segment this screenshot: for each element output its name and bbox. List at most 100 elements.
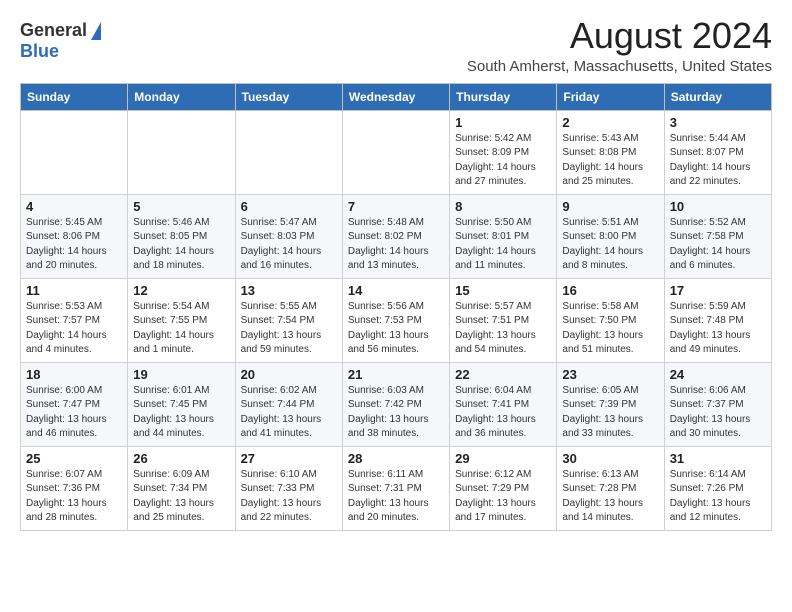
calendar-cell: [235, 110, 342, 194]
day-info: Sunrise: 6:09 AMSunset: 7:34 PMDaylight:…: [133, 468, 229, 526]
day-number: 24: [670, 367, 766, 382]
day-number: 30: [562, 451, 658, 466]
calendar-cell: 23Sunrise: 6:05 AMSunset: 7:39 PMDayligh…: [557, 362, 664, 446]
page-title: August 2024: [467, 16, 772, 56]
day-info: Sunrise: 6:03 AMSunset: 7:42 PMDaylight:…: [348, 384, 444, 442]
day-number: 31: [670, 451, 766, 466]
calendar-week-2: 4 Sunrise: 5:45 AMSunset: 8:06 PMDaylight…: [21, 194, 772, 278]
day-number: 6: [241, 199, 337, 214]
day-info: Sunrise: 5:46 AMSunset: 8:05 PMDaylight:…: [133, 216, 229, 274]
calendar-table: SundayMondayTuesdayWednesdayThursdayFrid…: [20, 83, 772, 531]
day-info: Sunrise: 5:54 AMSunset: 7:55 PMDaylight:…: [133, 300, 229, 358]
calendar-cell: 6 Sunrise: 5:47 AMSunset: 8:03 PMDaylight…: [235, 194, 342, 278]
day-number: 3: [670, 115, 766, 130]
page-subtitle: South Amherst, Massachusetts, United Sta…: [467, 58, 772, 75]
calendar-cell: 21Sunrise: 6:03 AMSunset: 7:42 PMDayligh…: [342, 362, 449, 446]
logo: General Blue: [20, 20, 101, 62]
day-info: Sunrise: 5:52 AMSunset: 7:58 PMDaylight:…: [670, 216, 766, 274]
day-number: 25: [26, 451, 122, 466]
calendar-cell: 3 Sunrise: 5:44 AMSunset: 8:07 PMDaylight…: [664, 110, 771, 194]
day-info: Sunrise: 6:00 AMSunset: 7:47 PMDaylight:…: [26, 384, 122, 442]
day-number: 22: [455, 367, 551, 382]
day-number: 10: [670, 199, 766, 214]
title-area: August 2024 South Amherst, Massachusetts…: [467, 16, 772, 75]
calendar-cell: 17Sunrise: 5:59 AMSunset: 7:48 PMDayligh…: [664, 278, 771, 362]
calendar-cell: 5 Sunrise: 5:46 AMSunset: 8:05 PMDaylight…: [128, 194, 235, 278]
calendar-cell: [21, 110, 128, 194]
calendar-cell: 8 Sunrise: 5:50 AMSunset: 8:01 PMDaylight…: [450, 194, 557, 278]
day-info: Sunrise: 5:43 AMSunset: 8:08 PMDaylight:…: [562, 132, 658, 190]
calendar-cell: 13 Sunrise: 5:55 AMSunset: 7:54 PMDayligh…: [235, 278, 342, 362]
day-number: 8: [455, 199, 551, 214]
day-number: 4: [26, 199, 122, 214]
day-of-week-sunday: Sunday: [21, 83, 128, 110]
calendar-week-3: 11Sunrise: 5:53 AMSunset: 7:57 PMDayligh…: [21, 278, 772, 362]
calendar-cell: [342, 110, 449, 194]
calendar-cell: 30 Sunrise: 6:13 AMSunset: 7:28 PMDayligh…: [557, 446, 664, 530]
page-header: General Blue August 2024 South Amherst, …: [20, 16, 772, 75]
calendar-cell: 22Sunrise: 6:04 AMSunset: 7:41 PMDayligh…: [450, 362, 557, 446]
day-info: Sunrise: 6:01 AMSunset: 7:45 PMDaylight:…: [133, 384, 229, 442]
calendar-header: SundayMondayTuesdayWednesdayThursdayFrid…: [21, 83, 772, 110]
days-of-week-row: SundayMondayTuesdayWednesdayThursdayFrid…: [21, 83, 772, 110]
day-info: Sunrise: 6:06 AMSunset: 7:37 PMDaylight:…: [670, 384, 766, 442]
day-number: 2: [562, 115, 658, 130]
calendar-cell: 11Sunrise: 5:53 AMSunset: 7:57 PMDayligh…: [21, 278, 128, 362]
day-info: Sunrise: 6:12 AMSunset: 7:29 PMDaylight:…: [455, 468, 551, 526]
day-info: Sunrise: 5:50 AMSunset: 8:01 PMDaylight:…: [455, 216, 551, 274]
day-number: 15: [455, 283, 551, 298]
day-number: 9: [562, 199, 658, 214]
calendar-cell: 4 Sunrise: 5:45 AMSunset: 8:06 PMDaylight…: [21, 194, 128, 278]
day-number: 14: [348, 283, 444, 298]
day-info: Sunrise: 5:58 AMSunset: 7:50 PMDaylight:…: [562, 300, 658, 358]
calendar-week-4: 18 Sunrise: 6:00 AMSunset: 7:47 PMDayligh…: [21, 362, 772, 446]
day-number: 5: [133, 199, 229, 214]
calendar-cell: 25Sunrise: 6:07 AMSunset: 7:36 PMDayligh…: [21, 446, 128, 530]
calendar-cell: 31Sunrise: 6:14 AMSunset: 7:26 PMDayligh…: [664, 446, 771, 530]
calendar-cell: 26 Sunrise: 6:09 AMSunset: 7:34 PMDayligh…: [128, 446, 235, 530]
day-info: Sunrise: 6:05 AMSunset: 7:39 PMDaylight:…: [562, 384, 658, 442]
day-info: Sunrise: 6:11 AMSunset: 7:31 PMDaylight:…: [348, 468, 444, 526]
day-info: Sunrise: 5:57 AMSunset: 7:51 PMDaylight:…: [455, 300, 551, 358]
day-number: 17: [670, 283, 766, 298]
calendar-cell: 19Sunrise: 6:01 AMSunset: 7:45 PMDayligh…: [128, 362, 235, 446]
calendar-cell: 12Sunrise: 5:54 AMSunset: 7:55 PMDayligh…: [128, 278, 235, 362]
day-of-week-friday: Friday: [557, 83, 664, 110]
day-info: Sunrise: 6:02 AMSunset: 7:44 PMDaylight:…: [241, 384, 337, 442]
day-info: Sunrise: 5:53 AMSunset: 7:57 PMDaylight:…: [26, 300, 122, 358]
day-number: 13: [241, 283, 337, 298]
calendar-cell: 14Sunrise: 5:56 AMSunset: 7:53 PMDayligh…: [342, 278, 449, 362]
calendar-cell: 1Sunrise: 5:42 AMSunset: 8:09 PMDaylight…: [450, 110, 557, 194]
day-info: Sunrise: 5:55 AMSunset: 7:54 PMDaylight:…: [241, 300, 337, 358]
calendar-cell: 10 Sunrise: 5:52 AMSunset: 7:58 PMDayligh…: [664, 194, 771, 278]
calendar-cell: 9 Sunrise: 5:51 AMSunset: 8:00 PMDaylight…: [557, 194, 664, 278]
calendar-cell: 15 Sunrise: 5:57 AMSunset: 7:51 PMDayligh…: [450, 278, 557, 362]
calendar-cell: 18 Sunrise: 6:00 AMSunset: 7:47 PMDayligh…: [21, 362, 128, 446]
day-info: Sunrise: 5:44 AMSunset: 8:07 PMDaylight:…: [670, 132, 766, 190]
day-info: Sunrise: 6:10 AMSunset: 7:33 PMDaylight:…: [241, 468, 337, 526]
day-info: Sunrise: 6:13 AMSunset: 7:28 PMDaylight:…: [562, 468, 658, 526]
day-number: 18: [26, 367, 122, 382]
calendar-cell: 27Sunrise: 6:10 AMSunset: 7:33 PMDayligh…: [235, 446, 342, 530]
day-of-week-thursday: Thursday: [450, 83, 557, 110]
day-number: 26: [133, 451, 229, 466]
day-of-week-tuesday: Tuesday: [235, 83, 342, 110]
day-number: 20: [241, 367, 337, 382]
calendar-cell: [128, 110, 235, 194]
calendar-body: 1Sunrise: 5:42 AMSunset: 8:09 PMDaylight…: [21, 110, 772, 530]
day-number: 29: [455, 451, 551, 466]
logo-blue-text: Blue: [20, 41, 59, 61]
day-of-week-monday: Monday: [128, 83, 235, 110]
day-info: Sunrise: 5:45 AMSunset: 8:06 PMDaylight:…: [26, 216, 122, 274]
calendar-cell: 7 Sunrise: 5:48 AMSunset: 8:02 PMDaylight…: [342, 194, 449, 278]
calendar-cell: 24 Sunrise: 6:06 AMSunset: 7:37 PMDayligh…: [664, 362, 771, 446]
calendar-cell: 16Sunrise: 5:58 AMSunset: 7:50 PMDayligh…: [557, 278, 664, 362]
day-of-week-saturday: Saturday: [664, 83, 771, 110]
day-info: Sunrise: 5:51 AMSunset: 8:00 PMDaylight:…: [562, 216, 658, 274]
calendar-cell: 28 Sunrise: 6:11 AMSunset: 7:31 PMDayligh…: [342, 446, 449, 530]
day-info: Sunrise: 5:48 AMSunset: 8:02 PMDaylight:…: [348, 216, 444, 274]
day-info: Sunrise: 5:47 AMSunset: 8:03 PMDaylight:…: [241, 216, 337, 274]
day-number: 28: [348, 451, 444, 466]
calendar-cell: 2 Sunrise: 5:43 AMSunset: 8:08 PMDaylight…: [557, 110, 664, 194]
day-number: 7: [348, 199, 444, 214]
